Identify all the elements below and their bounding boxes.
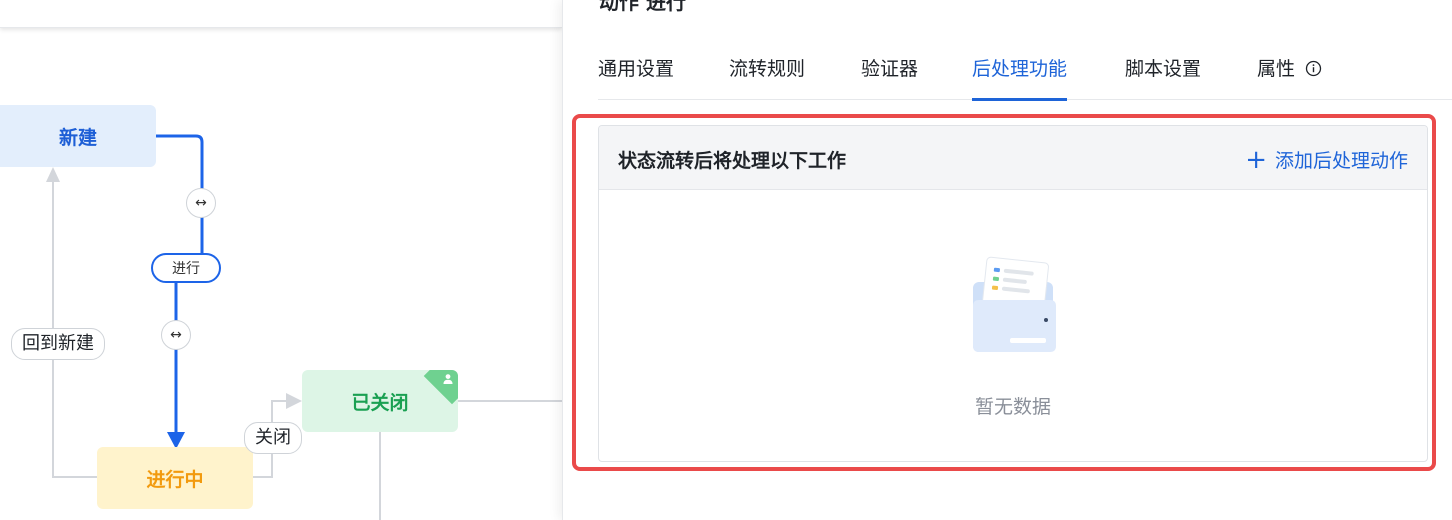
tab-transition-rules[interactable]: 流转规则 [729, 54, 805, 100]
status-node-new[interactable]: 新建 [0, 105, 156, 167]
tab-general-settings[interactable]: 通用设置 [598, 54, 674, 100]
transition-pill[interactable]: 进行 [151, 253, 221, 283]
add-post-action-button[interactable]: + 添加后处理动作 [1245, 146, 1408, 173]
workflow-canvas[interactable]: 新建 已关闭 进行中 ↔ ↔ 进行 回到新建 关闭 [0, 0, 562, 520]
edge-back-to-new-arrow [46, 167, 60, 182]
swap-handle-icon[interactable]: ↔ [161, 320, 191, 350]
status-node-closed[interactable]: 已关闭 [302, 370, 458, 432]
edge-label-close[interactable]: 关闭 [244, 422, 302, 454]
post-processing-card: 状态流转后将处理以下工作 + 添加后处理动作 暂无数据 [598, 125, 1428, 462]
info-icon [1305, 60, 1322, 76]
empty-folder-icon [973, 256, 1056, 352]
add-post-action-label: 添加后处理动作 [1274, 150, 1408, 172]
edge-label-back-to-new[interactable]: 回到新建 [11, 328, 105, 360]
card-header: 状态流转后将处理以下工作 + 添加后处理动作 [599, 126, 1427, 190]
user-icon [443, 374, 453, 384]
node-label: 新建 [58, 126, 97, 149]
node-label: 进行中 [146, 468, 204, 491]
tab-properties[interactable]: 属性 [1257, 54, 1322, 100]
empty-state-text: 暂无数据 [974, 396, 1051, 418]
plus-icon: + [1245, 144, 1267, 175]
panel-title: 动作 进行 [599, 0, 686, 14]
tab-post-processing[interactable]: 后处理功能 [972, 54, 1068, 101]
swap-handle-icon[interactable]: ↔ [186, 188, 216, 218]
tab-properties-label: 属性 [1257, 58, 1296, 80]
tab-script-settings[interactable]: 脚本设置 [1125, 54, 1201, 100]
status-node-in-progress[interactable]: 进行中 [97, 447, 253, 509]
tab-bar: 通用设置 流转规则 验证器 后处理功能 脚本设置 属性 [598, 40, 1452, 101]
node-label: 已关闭 [351, 391, 409, 414]
tab-validators[interactable]: 验证器 [861, 54, 918, 100]
settings-panel: 动作 进行 通用设置 流转规则 验证器 后处理功能 脚本设置 属性 状态流转后将… [562, 0, 1452, 520]
edge-to-closed-arrow [286, 393, 302, 409]
transition-pill-label: 进行 [172, 261, 200, 277]
card-title: 状态流转后将处理以下工作 [618, 150, 847, 172]
